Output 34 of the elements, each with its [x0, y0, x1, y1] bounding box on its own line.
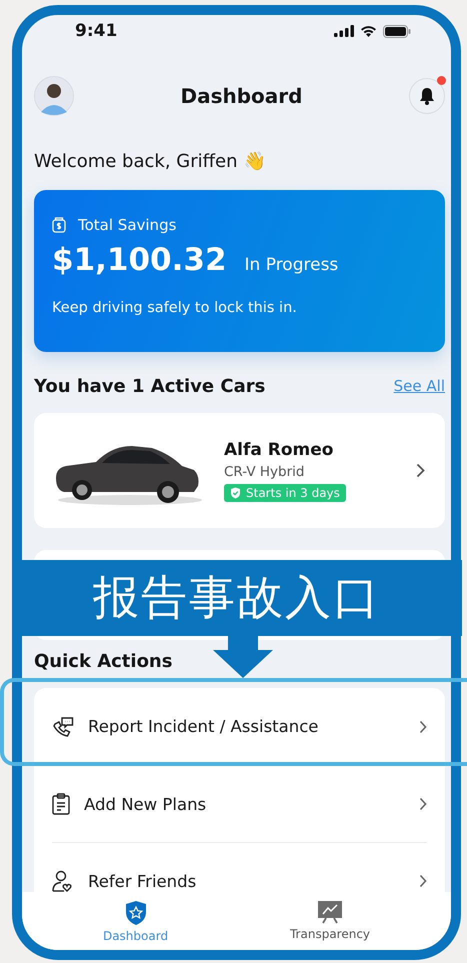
car-name: Alfa Romeo [224, 440, 334, 460]
chevron-right-icon [419, 797, 427, 811]
chevron-right-icon [416, 463, 425, 478]
action-row[interactable]: Add New Plans [52, 765, 427, 842]
car-model: CR-V Hybrid [224, 464, 304, 480]
chevron-right-icon [419, 720, 427, 734]
phone-message-icon [52, 716, 74, 736]
savings-note: Keep driving safely to lock this in. [52, 300, 298, 316]
savings-label: Total Savings [78, 216, 176, 234]
section-title: Quick Actions [34, 650, 172, 674]
status-time: 9:41 [75, 21, 118, 41]
notification-button[interactable] [408, 78, 445, 114]
callout-text: 报告事故入口 [93, 570, 381, 625]
action-row[interactable]: Report Incident / Assistance [52, 688, 427, 765]
clipboard-icon [52, 793, 70, 815]
waving-hand-emoji: 👋 [243, 151, 266, 172]
car-card[interactable]: Alfa Romeo CR-V Hybrid Starts in 3 days [34, 413, 445, 528]
greeting-text: Welcome back, Griffen [34, 151, 238, 172]
page-title: Dashboard [180, 84, 302, 108]
battery-icon [383, 24, 411, 38]
money-jar-icon [52, 217, 66, 233]
wifi-icon [360, 25, 377, 37]
section-title: You have 1 Active Cars [34, 376, 266, 396]
savings-status: In Progress [244, 255, 338, 275]
savings-amount: $1,100.32 [52, 242, 227, 278]
person-heart-icon [52, 870, 74, 892]
shield-star-icon [124, 900, 148, 926]
tab[interactable]: Transparency [290, 892, 370, 950]
bell-icon [418, 87, 435, 105]
start-badge: Starts in 3 days [224, 484, 346, 502]
chevron-right-icon [419, 874, 427, 888]
avatar[interactable] [34, 76, 74, 116]
chart-board-icon [317, 900, 343, 924]
signal-icon [334, 25, 354, 37]
